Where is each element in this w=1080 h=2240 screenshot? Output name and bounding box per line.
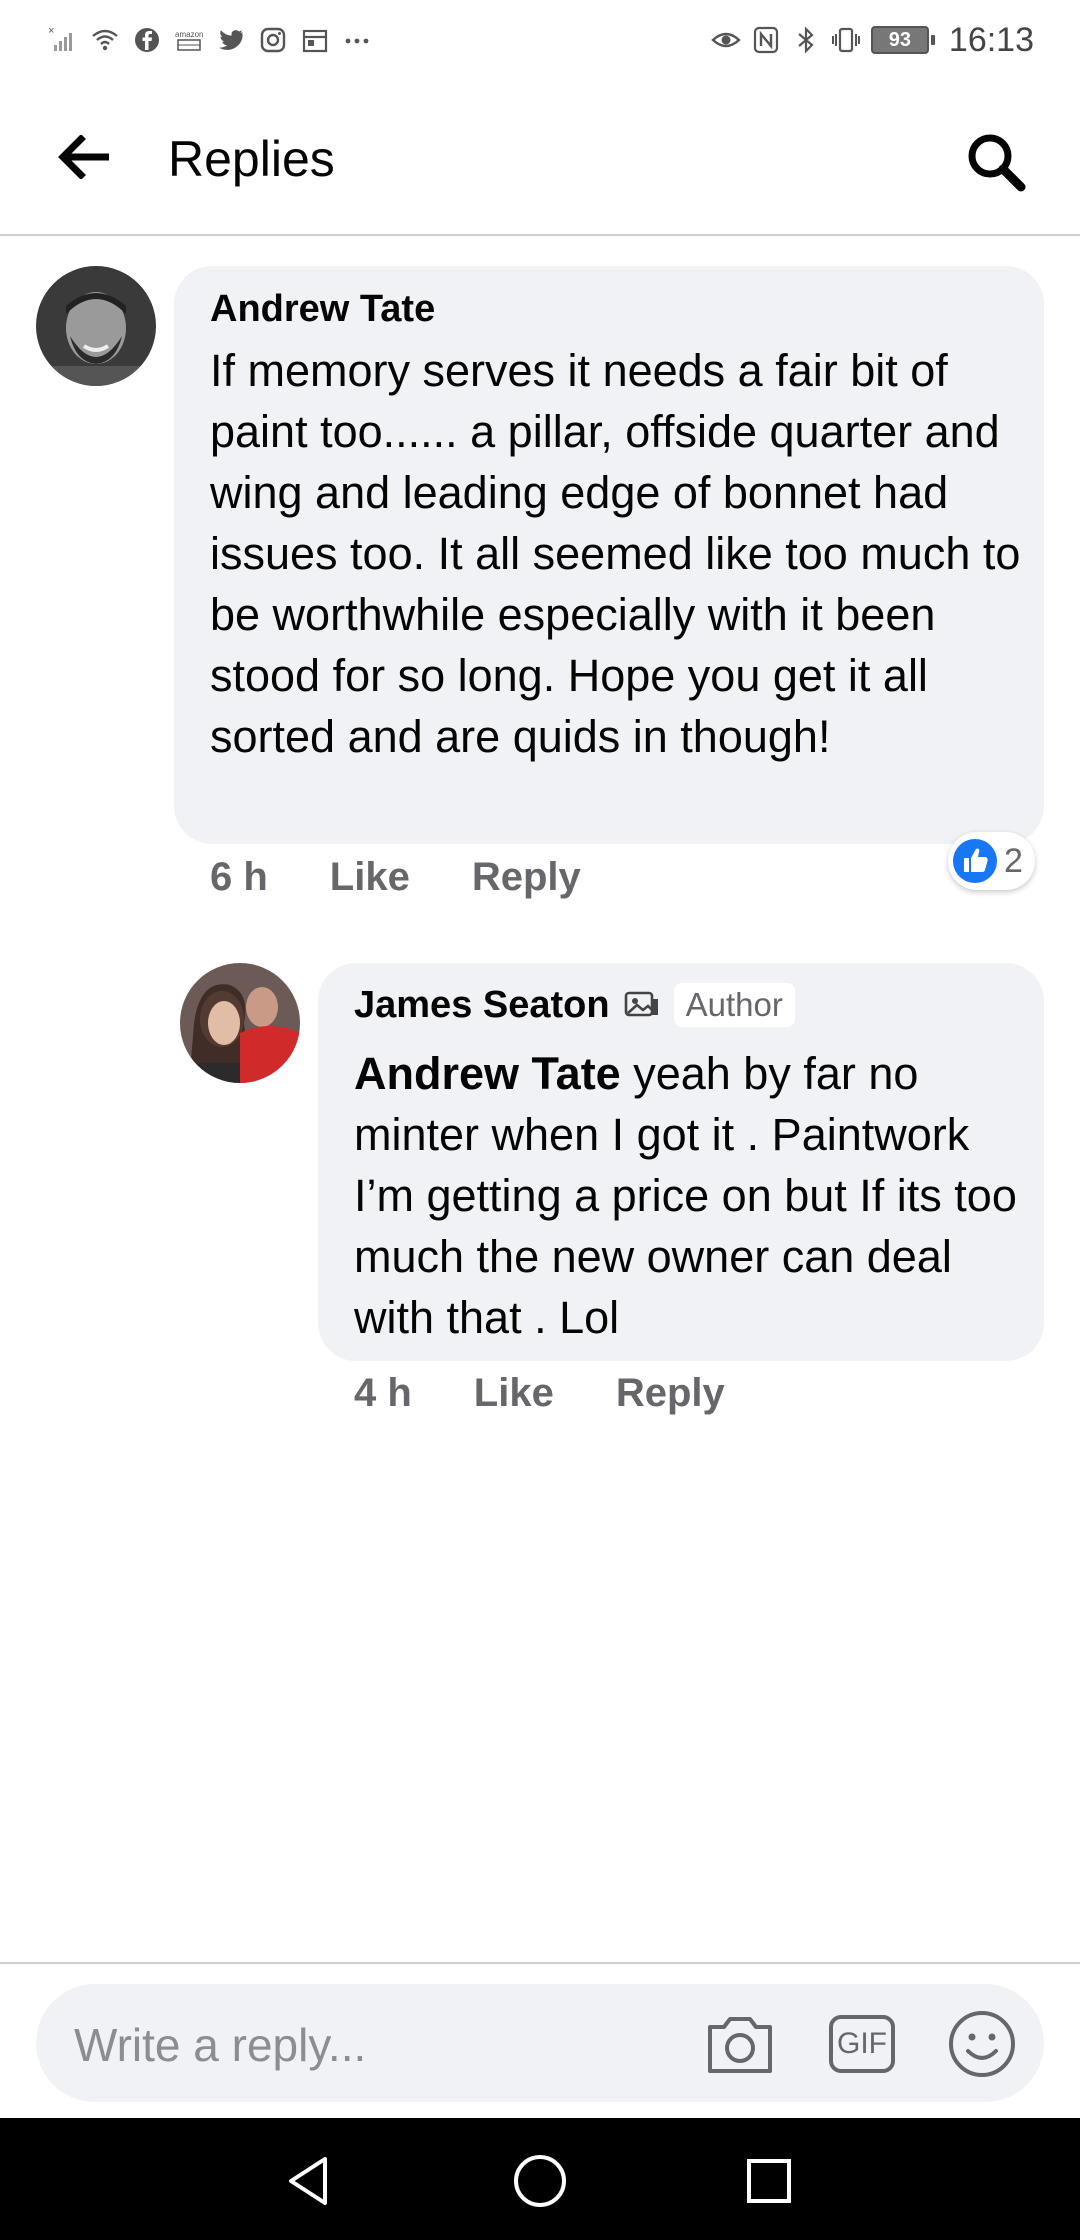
like-button[interactable]: Like bbox=[474, 1371, 554, 1416]
smiley-icon bbox=[949, 2011, 1015, 2077]
reply-input-placeholder: Write a reply... bbox=[74, 2019, 367, 2071]
camera-icon bbox=[708, 2017, 772, 2073]
gif-icon: GIF bbox=[829, 2015, 895, 2073]
status-left-icons: × amazon bbox=[48, 18, 372, 62]
reply-actions: 4 h Like Reply bbox=[354, 1368, 725, 1418]
reaction-count-badge[interactable]: 2 bbox=[948, 832, 1035, 890]
amazon-icon: amazon bbox=[175, 30, 203, 51]
like-reaction-icon bbox=[953, 839, 997, 883]
more-dots-icon bbox=[345, 38, 369, 44]
back-button[interactable] bbox=[50, 122, 120, 192]
reply-input[interactable]: Write a reply... GIF bbox=[36, 1984, 1044, 2102]
comment-bubble[interactable]: Andrew Tate If memory serves it needs a … bbox=[174, 266, 1044, 844]
mention-link[interactable]: Andrew Tate bbox=[354, 1048, 621, 1099]
instagram-icon bbox=[260, 27, 286, 53]
circle-home-icon bbox=[514, 2155, 566, 2207]
arrow-left-icon bbox=[58, 135, 109, 179]
square-recents-icon bbox=[747, 2159, 791, 2203]
avatar-james-seaton[interactable] bbox=[180, 963, 300, 1083]
search-button[interactable] bbox=[956, 122, 1036, 202]
search-icon bbox=[968, 134, 1026, 192]
page-title: Replies bbox=[168, 131, 335, 187]
status-time: 16:13 bbox=[948, 20, 1034, 59]
reply-button[interactable]: Reply bbox=[616, 1371, 725, 1416]
eye-icon bbox=[711, 32, 741, 48]
emoji-button[interactable] bbox=[946, 2008, 1018, 2080]
photo-comment-icon bbox=[624, 991, 658, 1017]
header: Replies bbox=[0, 80, 1080, 236]
reply-composer: Write a reply... GIF bbox=[0, 1962, 1080, 2120]
avatar-image bbox=[36, 266, 156, 386]
reply-author[interactable]: James Seaton bbox=[354, 984, 610, 1027]
comment-time: 6 h bbox=[210, 854, 268, 899]
triangle-back-icon bbox=[289, 2157, 327, 2205]
reply-text: Andrew Tate yeah by far no minter when I… bbox=[354, 1043, 1034, 1348]
camera-button[interactable] bbox=[704, 2008, 776, 2080]
reply-button[interactable]: Reply bbox=[472, 855, 581, 900]
wifi-icon bbox=[92, 29, 118, 51]
avatar-andrew-tate[interactable] bbox=[36, 266, 156, 386]
reaction-count: 2 bbox=[1004, 841, 1023, 880]
svg-text:amazon: amazon bbox=[175, 30, 203, 39]
reply-author-row: James Seaton Author bbox=[354, 983, 795, 1027]
nav-home-button[interactable] bbox=[505, 2146, 575, 2216]
nav-recents-button[interactable] bbox=[734, 2146, 804, 2216]
reply-bubble[interactable]: James Seaton Author Andrew Tate yeah by … bbox=[318, 963, 1044, 1361]
comment-author[interactable]: Andrew Tate bbox=[210, 288, 435, 331]
status-bar: × amazon 93 16:13 bbox=[0, 0, 1080, 80]
calendar-icon bbox=[302, 29, 328, 53]
twitter-icon bbox=[219, 30, 243, 50]
gif-label: GIF bbox=[837, 2027, 887, 2060]
signal-off-icon: × bbox=[48, 25, 72, 51]
vibrate-icon bbox=[831, 27, 860, 53]
battery-icon: 93 bbox=[870, 26, 935, 54]
status-right-icons: 93 16:13 bbox=[711, 18, 1034, 62]
avatar-image bbox=[180, 963, 300, 1083]
comment-text: If memory serves it needs a fair bit of … bbox=[210, 345, 1021, 762]
svg-text:×: × bbox=[48, 25, 54, 37]
bluetooth-icon bbox=[798, 26, 814, 54]
battery-level: 93 bbox=[870, 26, 929, 54]
comment-actions: 6 h Like Reply bbox=[210, 852, 581, 902]
system-nav-bar bbox=[0, 2118, 1080, 2240]
nav-back-button[interactable] bbox=[274, 2146, 344, 2216]
facebook-icon bbox=[135, 28, 159, 52]
like-button[interactable]: Like bbox=[330, 855, 410, 900]
reply-time: 4 h bbox=[354, 1370, 412, 1415]
author-badge: Author bbox=[673, 983, 795, 1027]
nfc-icon bbox=[753, 26, 779, 54]
gif-button[interactable]: GIF bbox=[826, 2008, 898, 2080]
